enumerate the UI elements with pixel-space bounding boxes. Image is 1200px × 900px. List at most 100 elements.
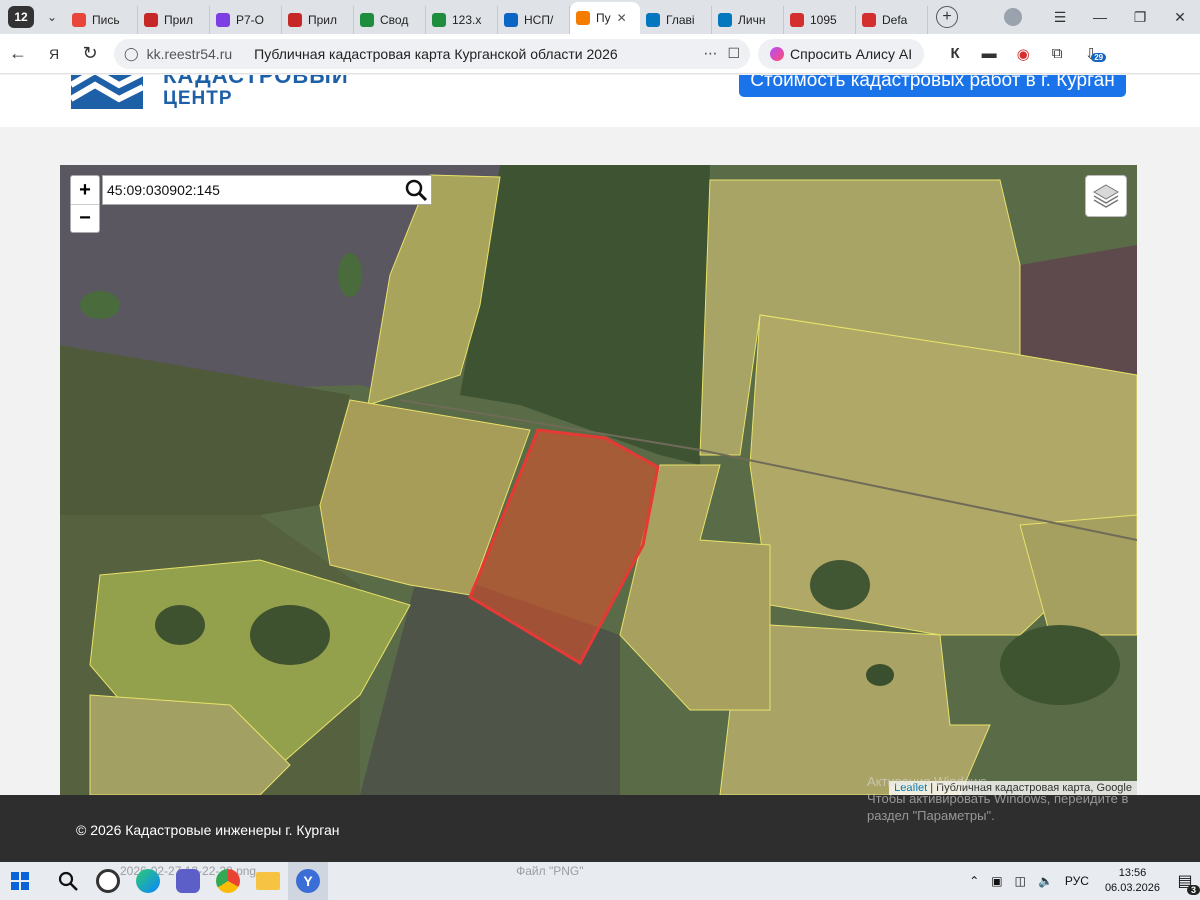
browser-tab[interactable]: 123.x xyxy=(426,6,498,34)
tab-favicon-icon xyxy=(288,13,302,27)
yandex-icon[interactable]: Я xyxy=(36,46,72,62)
copyright-text: © 2026 Кадастровые инженеры г. Курган xyxy=(76,822,340,838)
logo-text: КАДАСТРОВЫЙ xyxy=(163,75,349,88)
maximize-button[interactable]: ❐ xyxy=(1120,9,1160,26)
browser-tab[interactable]: Прил xyxy=(282,6,354,34)
edge-icon[interactable] xyxy=(128,862,168,900)
notification-icon[interactable]: ▤ 3 xyxy=(1170,871,1200,895)
zoom-control: + − xyxy=(70,175,100,233)
minimize-button[interactable]: — xyxy=(1080,9,1120,25)
cadastral-cost-button[interactable]: Стоимость кадастровых работ в г. Курган xyxy=(739,75,1126,97)
copy-icon[interactable]: ⧉ xyxy=(1040,45,1074,62)
browser-tab[interactable]: Прил xyxy=(138,6,210,34)
tab-label: Прил xyxy=(308,13,338,27)
page-title: Публичная кадастровая карта Курганской о… xyxy=(254,45,618,62)
zoom-out-button[interactable]: − xyxy=(71,204,99,232)
logo-text: ЦЕНТР xyxy=(163,88,233,109)
browser-tab[interactable]: Defa xyxy=(856,6,928,34)
tab-counter[interactable]: 12 xyxy=(8,6,34,28)
new-tab-button[interactable]: + xyxy=(936,6,958,28)
notification-count: 3 xyxy=(1186,885,1200,895)
tab-label: Р7-О xyxy=(236,13,265,27)
ghost-type: Файл "PNG" xyxy=(516,864,584,878)
tab-favicon-icon xyxy=(718,13,732,27)
close-window-button[interactable]: ✕ xyxy=(1160,9,1200,26)
more-icon[interactable]: ⋯ xyxy=(703,45,717,62)
cadastral-search-input[interactable]: 45:09:030902:145 xyxy=(103,182,401,198)
site-header: КАДАСТРОВЫЙ ЦЕНТР Стоимость кадастровых … xyxy=(0,75,1200,127)
layers-icon[interactable] xyxy=(1085,175,1127,217)
app-icon[interactable] xyxy=(88,862,128,900)
windows-activation-watermark: Активация Windows Чтобы активировать Win… xyxy=(867,773,1128,824)
tab-favicon-icon xyxy=(576,11,590,25)
messenger-icon[interactable] xyxy=(168,862,208,900)
cadastral-search: 45:09:030902:145 xyxy=(102,175,432,205)
language-indicator[interactable]: РУС xyxy=(1065,874,1089,888)
yandex-browser-icon[interactable]: Y xyxy=(288,862,328,900)
address-host: kk.reestr54.ru xyxy=(146,45,233,62)
window-controls: ☰ — ❐ ✕ xyxy=(1004,0,1200,34)
browser-tab[interactable]: Личн xyxy=(712,6,784,34)
watermark-line: раздел "Параметры". xyxy=(867,808,995,823)
tab-label: НСП/ xyxy=(524,13,554,27)
browser-address-bar: ← Я ↻ ◯ kk.reestr54.ru Публичная кадастр… xyxy=(0,34,1200,74)
ask-alice-button[interactable]: Спросить Алису AI xyxy=(758,38,925,69)
tab-label: Прил xyxy=(164,13,194,27)
bookmark-icon[interactable]: ☐ xyxy=(727,45,740,62)
tab-favicon-icon xyxy=(72,13,86,27)
tab-label: Личн xyxy=(738,13,766,27)
back-button[interactable]: ← xyxy=(0,43,36,64)
tab-label: Пись xyxy=(92,13,120,27)
tab-label: 1095 xyxy=(810,13,837,27)
satellite-imagery[interactable] xyxy=(60,165,1137,795)
browser-tab[interactable]: Свод xyxy=(354,6,426,34)
tab-favicon-icon xyxy=(216,13,230,27)
network-icon[interactable]: ◫ xyxy=(1015,874,1026,888)
kinopoisk-icon[interactable]: К xyxy=(938,45,972,62)
tab-favicon-icon xyxy=(360,13,374,27)
volume-icon[interactable]: 🔈 xyxy=(1038,874,1053,888)
system-tray: ⌃ ▣ ◫ 🔈 РУС 13:56 06.03.2026 ▤ 3 xyxy=(963,862,1200,900)
browser-tab[interactable]: Главі xyxy=(640,6,712,34)
tab-favicon-icon xyxy=(144,13,158,27)
chevron-down-icon[interactable]: ⌄ xyxy=(38,6,66,28)
shield-icon[interactable]: ◯ xyxy=(124,46,139,62)
tab-label: Свод xyxy=(380,13,409,27)
zoom-in-button[interactable]: + xyxy=(71,176,99,204)
file-explorer-icon[interactable] xyxy=(248,862,288,900)
search-icon[interactable] xyxy=(48,862,88,900)
reload-button[interactable]: ↻ xyxy=(72,43,108,64)
close-tab-icon[interactable]: ✕ xyxy=(617,11,627,25)
browser-tab[interactable]: Пись xyxy=(66,6,138,34)
extension-icon[interactable]: ◉ xyxy=(1006,45,1040,63)
menu-icon[interactable]: ☰ xyxy=(1040,9,1080,26)
watermark-line: Активация Windows xyxy=(867,774,987,789)
browser-tab[interactable]: Р7-О xyxy=(210,6,282,34)
cadastral-map[interactable]: + − 45:09:030902:145 Leaflet | Публичная… xyxy=(60,165,1137,795)
ask-alice-label: Спросить Алису AI xyxy=(790,45,913,62)
tab-favicon-icon xyxy=(862,13,876,27)
camera-icon[interactable]: ▣ xyxy=(991,874,1002,888)
chrome-icon[interactable] xyxy=(208,862,248,900)
logo-icon[interactable] xyxy=(71,75,143,109)
clock[interactable]: 13:56 06.03.2026 xyxy=(1105,866,1160,896)
downloads-icon[interactable]: ⇩29 xyxy=(1074,45,1108,63)
tab-label: Главі xyxy=(666,13,695,27)
tab-favicon-icon xyxy=(432,13,446,27)
tab-label: 123.x xyxy=(452,13,482,27)
windows-start-icon[interactable] xyxy=(0,862,40,900)
search-icon[interactable] xyxy=(401,175,431,205)
clock-date: 06.03.2026 xyxy=(1104,882,1160,894)
browser-tab[interactable]: 1095 xyxy=(784,6,856,34)
profile-avatar[interactable] xyxy=(1004,8,1022,26)
extension-icon[interactable]: ▬ xyxy=(972,45,1006,62)
address-field[interactable]: ◯ kk.reestr54.ru Публичная кадастровая к… xyxy=(114,38,750,69)
alice-icon xyxy=(770,46,784,61)
extension-badge: 29 xyxy=(1091,52,1107,62)
browser-tab[interactable]: Пу ✕ xyxy=(570,2,640,34)
tab-label: Defa xyxy=(882,13,908,27)
tab-favicon-icon xyxy=(790,13,804,27)
tab-favicon-icon xyxy=(504,13,518,27)
browser-tab[interactable]: НСП/ xyxy=(498,6,570,34)
chevron-up-icon[interactable]: ⌃ xyxy=(969,874,979,888)
